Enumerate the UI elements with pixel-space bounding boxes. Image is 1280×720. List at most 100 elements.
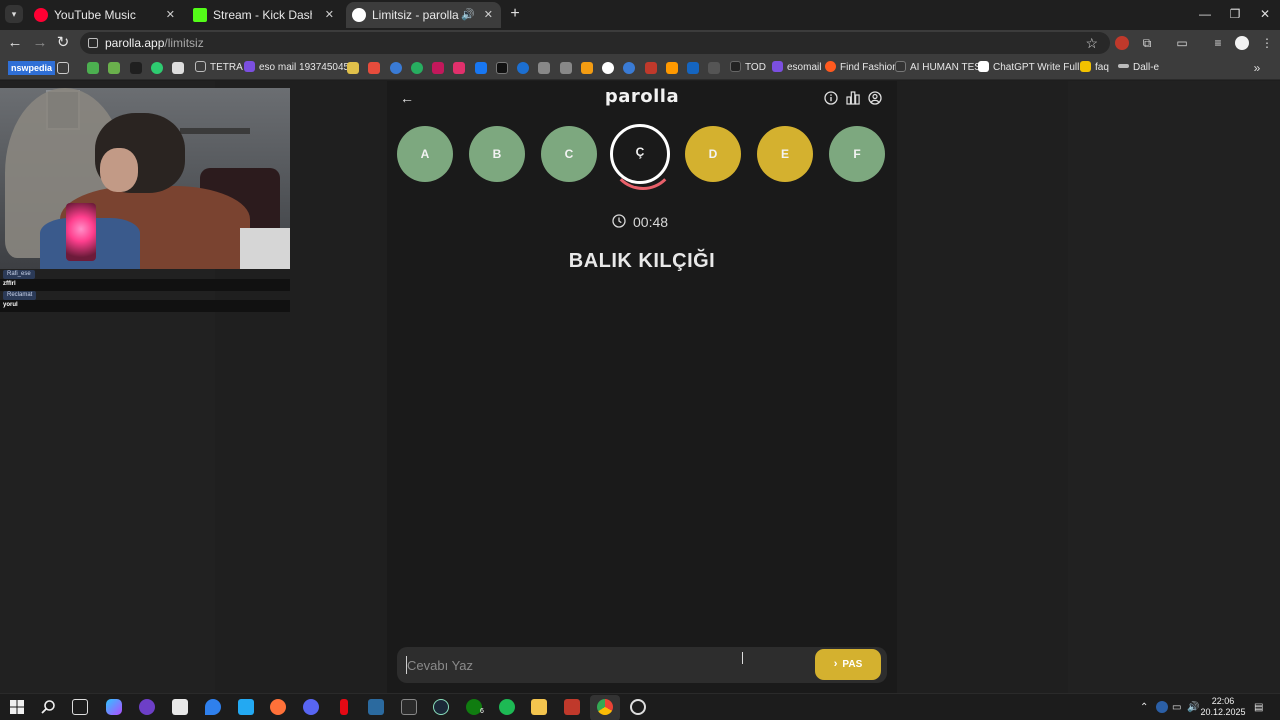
- bookmark-icon[interactable]: [645, 62, 657, 74]
- brand-title[interactable]: parolla: [587, 86, 697, 107]
- reload-button[interactable]: ↻: [53, 33, 73, 53]
- copilot-icon[interactable]: [106, 699, 122, 715]
- back-button[interactable]: ←: [5, 33, 25, 53]
- steam-tray-icon[interactable]: [1156, 701, 1168, 713]
- extensions-puzzle-icon[interactable]: ⧉: [1138, 34, 1156, 52]
- clock-icon: [612, 214, 626, 228]
- letter-a: A: [397, 126, 453, 182]
- bookmark-icon[interactable]: [130, 62, 142, 74]
- app-icon[interactable]: [630, 699, 646, 715]
- search-icon[interactable]: [40, 699, 56, 715]
- bookmark-dall-e[interactable]: Dall-e: [1118, 56, 1159, 80]
- bookmark-icon[interactable]: [581, 62, 593, 74]
- site-info-icon[interactable]: [88, 38, 98, 48]
- vscode-icon[interactable]: [238, 699, 254, 715]
- file-explorer-icon[interactable]: [531, 699, 547, 715]
- webcam-overlay: [0, 88, 290, 269]
- bookmark-nswpedia[interactable]: nswpedia: [8, 61, 56, 75]
- bookmark-star-icon[interactable]: ☆: [1085, 32, 1098, 54]
- menu-dots-icon[interactable]: ⋮: [1258, 34, 1276, 52]
- network-icon[interactable]: ▭: [1172, 694, 1181, 720]
- chat-message: Reclamat yorul: [0, 291, 290, 312]
- minimize-button[interactable]: —: [1190, 4, 1220, 24]
- bookmark-icon[interactable]: [432, 62, 444, 74]
- bookmark-icon[interactable]: [560, 62, 572, 74]
- bookmark-icon[interactable]: [390, 62, 402, 74]
- instagram-icon[interactable]: [453, 62, 465, 74]
- restore-button[interactable]: ❐: [1220, 4, 1250, 24]
- google-icon[interactable]: [602, 62, 614, 74]
- windows-start-icon[interactable]: [9, 699, 25, 715]
- maps-icon[interactable]: [205, 699, 221, 715]
- bookmark-icon[interactable]: [623, 62, 635, 74]
- user-icon[interactable]: [868, 91, 882, 105]
- info-icon[interactable]: [824, 91, 838, 105]
- new-tab-button[interactable]: +: [505, 4, 525, 24]
- facebook-icon[interactable]: [475, 62, 487, 74]
- more-bookmarks-icon[interactable]: »: [1250, 56, 1264, 80]
- app-icon[interactable]: [368, 699, 384, 715]
- letter-b: B: [469, 126, 525, 182]
- spotify-icon[interactable]: [499, 699, 515, 715]
- pass-button[interactable]: › PAS: [815, 649, 881, 680]
- close-icon[interactable]: ✕: [166, 2, 175, 28]
- bookmark-icon[interactable]: [172, 62, 184, 74]
- chevron-up-icon[interactable]: ⌃: [1140, 694, 1148, 720]
- windows-taskbar: 6 ⌃ ▭ 🔊 22:06 20.12.2025 ▤: [0, 693, 1280, 720]
- apps-grid-icon[interactable]: [57, 62, 69, 74]
- tab-kick-dashboard[interactable]: Stream - Kick Dashboard ✕: [187, 2, 342, 28]
- answer-bar: ›PAS: [397, 647, 887, 683]
- epic-games-icon[interactable]: [401, 699, 417, 715]
- profile-avatar[interactable]: [1235, 36, 1249, 50]
- bookmark-icon[interactable]: [411, 62, 423, 74]
- task-view-icon[interactable]: [72, 699, 88, 715]
- page-content: Rafi_ese zfflrl Reclamat yorul ← parolla: [0, 81, 1280, 693]
- bookmark-icon[interactable]: [108, 62, 120, 74]
- bookmark-ai-human-test[interactable]: AI HUMAN TEST: [895, 56, 987, 80]
- tab-youtube-music[interactable]: YouTube Music ✕: [28, 2, 183, 28]
- bookmark-icon[interactable]: [87, 62, 99, 74]
- bookmark-eso-mail[interactable]: eso mail 193745045...: [244, 56, 357, 80]
- taskbar-clock[interactable]: 22:06 20.12.2025: [1198, 696, 1248, 718]
- store-icon[interactable]: [172, 699, 188, 715]
- stats-icon[interactable]: [846, 91, 860, 105]
- media-control-icon[interactable]: ≡: [1209, 34, 1227, 52]
- amazon-icon[interactable]: [666, 62, 678, 74]
- bookmark-esomail[interactable]: esomail: [772, 56, 821, 80]
- bookmark-icon[interactable]: [708, 62, 720, 74]
- discord-icon[interactable]: [303, 699, 319, 715]
- bookmark-icon[interactable]: [151, 62, 163, 74]
- address-bar[interactable]: parolla.app/limitsiz ☆: [80, 32, 1110, 54]
- tab-parolla[interactable]: Limitsiz - parolla - Kelime o 🔊 ✕: [346, 2, 501, 28]
- bookmark-tod[interactable]: TOD: [730, 56, 766, 80]
- close-icon[interactable]: ✕: [325, 2, 334, 28]
- netflix-icon[interactable]: [340, 699, 348, 715]
- speaker-icon[interactable]: 🔊: [461, 2, 475, 28]
- game-panel: ← parolla A B C Ç D E F 00:48 BALIK KILÇ…: [387, 81, 897, 693]
- app-icon[interactable]: [564, 699, 580, 715]
- notifications-icon[interactable]: ▤: [1254, 694, 1263, 720]
- close-window-button[interactable]: ✕: [1250, 4, 1280, 24]
- bookmark-icon[interactable]: [347, 62, 359, 74]
- firefox-icon[interactable]: [270, 699, 286, 715]
- cast-icon[interactable]: ▭: [1173, 34, 1191, 52]
- chat-message: Rafi_ese zfflrl: [0, 270, 290, 291]
- forward-button[interactable]: →: [30, 33, 50, 53]
- close-icon[interactable]: ✕: [484, 2, 493, 28]
- bookmark-icon[interactable]: [368, 62, 380, 74]
- steam-icon[interactable]: [433, 699, 449, 715]
- chrome-icon[interactable]: [597, 699, 613, 715]
- extension-icon[interactable]: [1115, 36, 1129, 50]
- bookmark-tetra[interactable]: TETRA: [195, 56, 243, 80]
- bookmark-find-fashion[interactable]: Find Fashion: [825, 56, 898, 80]
- bookmark-faq[interactable]: faq: [1080, 56, 1109, 80]
- tab-search-button[interactable]: ▾: [5, 5, 23, 23]
- meta-icon[interactable]: [517, 62, 529, 74]
- x-icon[interactable]: [496, 62, 508, 74]
- bookmark-icon[interactable]: [687, 62, 699, 74]
- bookmark-chatgpt[interactable]: ChatGPT Write Full...: [978, 56, 1088, 80]
- app-icon[interactable]: [139, 699, 155, 715]
- bookmark-icon[interactable]: [538, 62, 550, 74]
- xbox-badge: 6: [480, 708, 484, 715]
- arrow-left-icon[interactable]: ←: [399, 89, 415, 107]
